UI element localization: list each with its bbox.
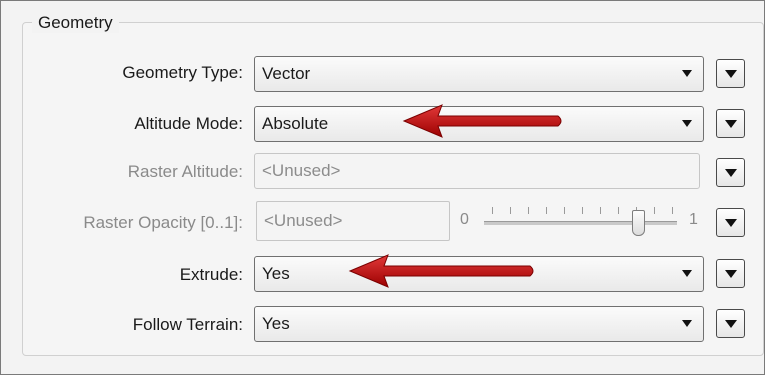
- dropdown-arrow-icon: [682, 70, 692, 77]
- geometry-type-label: Geometry Type:: [122, 63, 243, 82]
- altitude-mode-value: Absolute: [262, 114, 329, 133]
- slider-max-label: 1: [689, 211, 698, 228]
- menu-arrow-icon: [725, 70, 737, 78]
- geometry-type-menu-button[interactable]: [716, 59, 745, 88]
- altitude-mode-menu-button[interactable]: [716, 109, 745, 138]
- raster-opacity-menu-button[interactable]: [716, 208, 745, 237]
- slider-thumb[interactable]: [631, 210, 645, 236]
- dropdown-arrow-icon: [682, 120, 692, 127]
- annotation-arrow-icon: [402, 104, 562, 138]
- group-title: Geometry: [32, 13, 119, 33]
- raster-altitude-label: Raster Altitude:: [127, 162, 243, 181]
- menu-arrow-icon: [725, 320, 737, 328]
- geometry-type-value: Vector: [262, 64, 311, 83]
- menu-arrow-icon: [725, 219, 737, 227]
- raster-opacity-label: Raster Opacity [0..1]:: [83, 213, 243, 232]
- menu-arrow-icon: [725, 169, 737, 177]
- raster-opacity-field[interactable]: <Unused>: [256, 201, 450, 241]
- raster-altitude-value: <Unused>: [262, 161, 341, 180]
- follow-terrain-select[interactable]: Yes: [254, 306, 704, 342]
- extrude-value: Yes: [262, 264, 290, 283]
- geometry-type-select[interactable]: Vector: [254, 56, 704, 92]
- raster-opacity-value: <Unused>: [264, 211, 343, 230]
- raster-altitude-select[interactable]: <Unused>: [254, 153, 700, 189]
- dropdown-arrow-icon: [682, 270, 692, 277]
- raster-altitude-menu-button[interactable]: [716, 158, 745, 187]
- follow-terrain-menu-button[interactable]: [716, 309, 745, 338]
- dropdown-arrow-icon: [682, 320, 692, 327]
- annotation-arrow-icon: [348, 254, 534, 288]
- menu-arrow-icon: [725, 120, 737, 128]
- altitude-mode-label: Altitude Mode:: [134, 114, 243, 133]
- follow-terrain-label: Follow Terrain:: [132, 315, 243, 334]
- slider-min-label: 0: [460, 211, 469, 228]
- follow-terrain-value: Yes: [262, 314, 290, 333]
- raster-opacity-slider[interactable]: [484, 207, 677, 225]
- menu-arrow-icon: [725, 270, 737, 278]
- extrude-label: Extrude:: [179, 265, 243, 284]
- extrude-menu-button[interactable]: [716, 259, 745, 288]
